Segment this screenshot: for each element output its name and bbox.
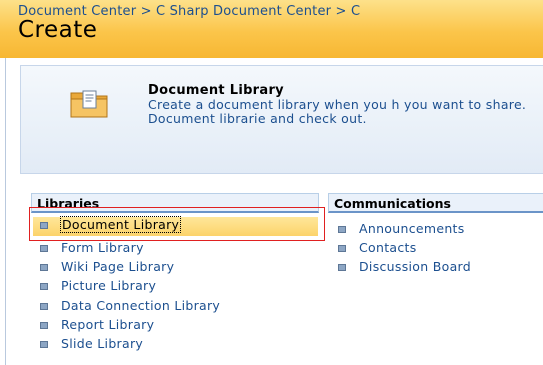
- list-item-label[interactable]: Form Library: [61, 240, 144, 255]
- list-item-label[interactable]: Slide Library: [61, 336, 143, 351]
- document-library-icon: [70, 90, 108, 118]
- bullet-icon: [40, 341, 48, 348]
- page-header: Document Center > C Sharp Document Cente…: [0, 0, 543, 58]
- list-item-label[interactable]: Wiki Page Library: [61, 259, 174, 274]
- libraries-heading: Libraries: [31, 193, 319, 213]
- bullet-icon: [40, 283, 48, 290]
- left-border: [5, 58, 6, 365]
- bullet-icon: [40, 222, 48, 229]
- description-text: Create a document library when you h you…: [148, 97, 527, 126]
- list-item-label[interactable]: Discussion Board: [359, 259, 471, 274]
- description-panel: Document Library Create a document libra…: [20, 65, 543, 174]
- bullet-icon: [40, 264, 48, 271]
- list-item-label[interactable]: Data Connection Library: [61, 298, 220, 313]
- bullet-icon: [40, 322, 48, 329]
- list-item-label[interactable]: Document Library: [60, 216, 182, 233]
- bullet-icon: [40, 245, 48, 252]
- bullet-icon: [40, 303, 48, 310]
- description-title: Document Library: [148, 83, 284, 98]
- list-item-label[interactable]: Announcements: [359, 221, 465, 236]
- page-title: Create: [18, 17, 98, 43]
- communications-heading: Communications: [328, 193, 543, 213]
- list-item-label[interactable]: Report Library: [61, 317, 154, 332]
- bullet-icon: [338, 264, 346, 271]
- bullet-icon: [338, 245, 346, 252]
- list-item-label[interactable]: Picture Library: [61, 278, 156, 293]
- list-item-label[interactable]: Contacts: [359, 240, 417, 255]
- list-item-document-library[interactable]: Document Library: [33, 216, 318, 236]
- bullet-icon: [338, 226, 346, 233]
